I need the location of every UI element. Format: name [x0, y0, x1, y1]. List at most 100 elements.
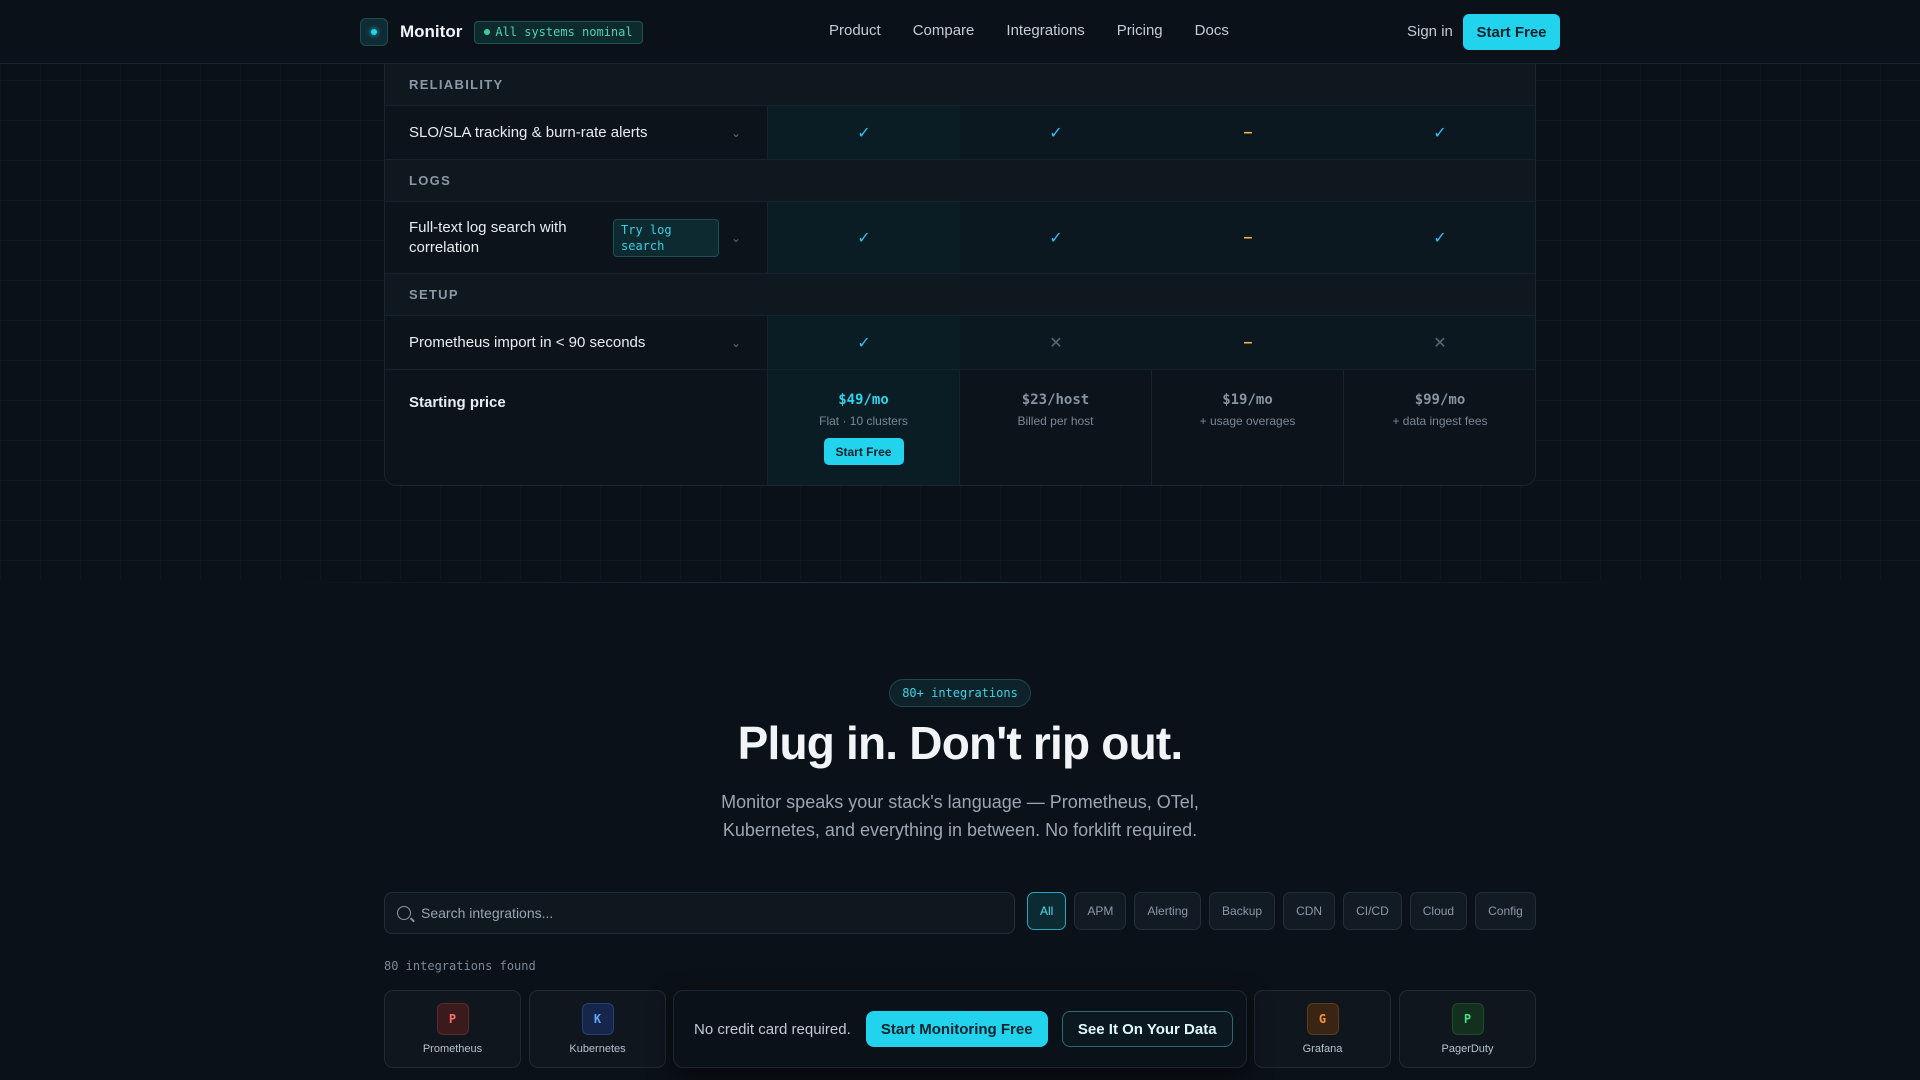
integration-search[interactable] — [384, 892, 1015, 934]
price-cell: $99/mo + data ingest fees — [1344, 370, 1535, 485]
integration-card-prometheus[interactable]: P Prometheus — [384, 990, 521, 1068]
floating-cta-bar: No credit card required. Start Monitorin… — [673, 990, 1247, 1068]
value-cell: – — [1152, 202, 1344, 273]
integration-name: Kubernetes — [569, 1043, 626, 1055]
price-value: $19/mo — [1222, 392, 1273, 408]
section-header-setup: SETUP — [385, 274, 1535, 316]
integrations-count-badge: 80+ integrations — [889, 679, 1031, 707]
status-text: All systems nominal — [495, 25, 633, 39]
check-icon: ✓ — [1049, 229, 1063, 247]
value-cell: ✓ — [960, 202, 1152, 273]
price-cell: $19/mo + usage overages — [1152, 370, 1344, 485]
feature-label: Prometheus import in < 90 seconds — [409, 334, 646, 351]
top-navbar: Monitor All systems nominal Product Comp… — [0, 0, 1920, 64]
kubernetes-icon: K — [581, 1003, 614, 1035]
check-icon: ✓ — [1433, 229, 1447, 247]
check-icon: ✓ — [857, 229, 871, 247]
starting-price-label: Starting price — [409, 394, 506, 411]
see-it-on-your-data-button[interactable]: See It On Your Data — [1061, 1011, 1233, 1047]
price-label-cell: Starting price — [385, 370, 768, 485]
chevron-down-icon[interactable]: ⌄ — [731, 126, 741, 140]
nav-link-pricing[interactable]: Pricing — [1117, 22, 1163, 39]
integration-card-pagerduty[interactable]: P PagerDuty — [1399, 990, 1536, 1068]
price-note: + data ingest fees — [1392, 414, 1488, 428]
nav-link-compare[interactable]: Compare — [913, 22, 975, 39]
prometheus-icon: P — [436, 1003, 469, 1035]
price-row: Starting price $49/mo Flat · 10 clusters… — [385, 370, 1535, 485]
price-value: $23/host — [1021, 392, 1090, 408]
search-icon — [397, 906, 411, 920]
value-cell: ✕ — [1344, 316, 1535, 369]
integration-card-grafana[interactable]: G Grafana — [1254, 990, 1391, 1068]
status-dot-icon — [484, 29, 491, 35]
search-input[interactable] — [421, 905, 981, 921]
cta-note: No credit card required. — [694, 1020, 851, 1038]
integrations-subtitle: Monitor speaks your stack's language — P… — [721, 792, 1199, 840]
value-cell: ✓ — [768, 316, 960, 369]
value-cell: ✓ — [960, 106, 1152, 159]
section-header-reliability: RELIABILITY — [385, 64, 1535, 106]
filter-chip-apm[interactable]: APM — [1074, 892, 1127, 930]
filter-chip-all[interactable]: All — [1027, 892, 1067, 930]
brand-name: Monitor — [400, 22, 463, 41]
filter-chip-config[interactable]: Config — [1475, 892, 1536, 930]
filter-chip-backup[interactable]: Backup — [1209, 892, 1276, 930]
value-cell: ✓ — [768, 202, 960, 273]
price-cell-monitor: $49/mo Flat · 10 clusters Start Free — [768, 370, 960, 485]
integration-name: Grafana — [1302, 1043, 1343, 1055]
value-cell: ✓ — [1344, 202, 1535, 273]
start-monitoring-free-button[interactable]: Start Monitoring Free — [865, 1011, 1048, 1047]
cross-icon: ✕ — [1049, 334, 1063, 352]
value-cell: ✓ — [768, 106, 960, 159]
integration-name: Prometheus — [422, 1043, 483, 1055]
section-header-logs: LOGS — [385, 160, 1535, 202]
dash-icon: – — [1243, 123, 1253, 141]
feature-label: SLO/SLA tracking & burn-rate alerts — [409, 124, 648, 141]
filter-chip-cdn[interactable]: CDN — [1283, 892, 1336, 930]
dash-icon: – — [1243, 228, 1253, 246]
filter-chips: All APM Alerting Backup CDN CI/CD Cloud … — [1027, 892, 1544, 930]
nav-link-product[interactable]: Product — [829, 22, 881, 39]
price-note: + usage overages — [1199, 414, 1296, 428]
cross-icon: ✕ — [1433, 334, 1447, 352]
price-note: Billed per host — [1017, 414, 1094, 428]
grafana-icon: G — [1306, 1003, 1339, 1035]
table-row[interactable]: Full-text log search with correlation Tr… — [385, 202, 1535, 274]
integration-name: PagerDuty — [1441, 1043, 1494, 1055]
price-value: $49/mo — [838, 392, 889, 408]
table-row[interactable]: SLO/SLA tracking & burn-rate alerts ⌄ ✓ … — [385, 106, 1535, 160]
filter-chip-cicd[interactable]: CI/CD — [1343, 892, 1402, 930]
dash-icon: – — [1243, 333, 1253, 351]
brand[interactable]: Monitor All systems nominal — [360, 18, 643, 46]
value-cell: – — [1152, 106, 1344, 159]
integrations-title: Plug in. Don't rip out. — [737, 717, 1184, 769]
results-count: 80 integrations found — [384, 959, 536, 973]
nav-links: Product Compare Integrations Pricing Doc… — [829, 22, 1261, 39]
filter-chip-cloud[interactable]: Cloud — [1409, 892, 1468, 930]
sign-in-link[interactable]: Sign in — [1407, 23, 1453, 40]
nav-link-integrations[interactable]: Integrations — [1006, 22, 1084, 39]
nav-link-docs[interactable]: Docs — [1195, 22, 1229, 39]
price-value: $99/mo — [1414, 392, 1466, 408]
start-free-button[interactable]: Start Free — [1463, 14, 1560, 50]
pagerduty-icon: P — [1451, 1003, 1484, 1035]
section-divider — [280, 582, 1640, 583]
integration-card-kubernetes[interactable]: K Kubernetes — [529, 990, 666, 1068]
filter-chip-alerting[interactable]: Alerting — [1134, 892, 1202, 930]
value-cell: ✕ — [960, 316, 1152, 369]
chevron-down-icon[interactable]: ⌄ — [731, 231, 741, 245]
logo-icon — [360, 18, 388, 46]
value-cell: ✓ — [1344, 106, 1535, 159]
feature-cell: Full-text log search with correlation Tr… — [385, 202, 768, 273]
feature-label: Full-text log search with correlation — [409, 218, 567, 256]
check-icon: ✓ — [1049, 124, 1063, 142]
price-start-free-button[interactable]: Start Free — [823, 438, 904, 465]
chevron-down-icon[interactable]: ⌄ — [731, 336, 741, 350]
check-icon: ✓ — [1433, 124, 1447, 142]
price-cell: $23/host Billed per host — [960, 370, 1152, 485]
try-log-search-tag[interactable]: Try log search — [613, 218, 719, 257]
check-icon: ✓ — [857, 334, 871, 352]
value-cell: – — [1152, 316, 1344, 369]
table-row[interactable]: Prometheus import in < 90 seconds ⌄ ✓ ✕ … — [385, 316, 1535, 370]
price-note: Flat · 10 clusters — [819, 414, 908, 428]
